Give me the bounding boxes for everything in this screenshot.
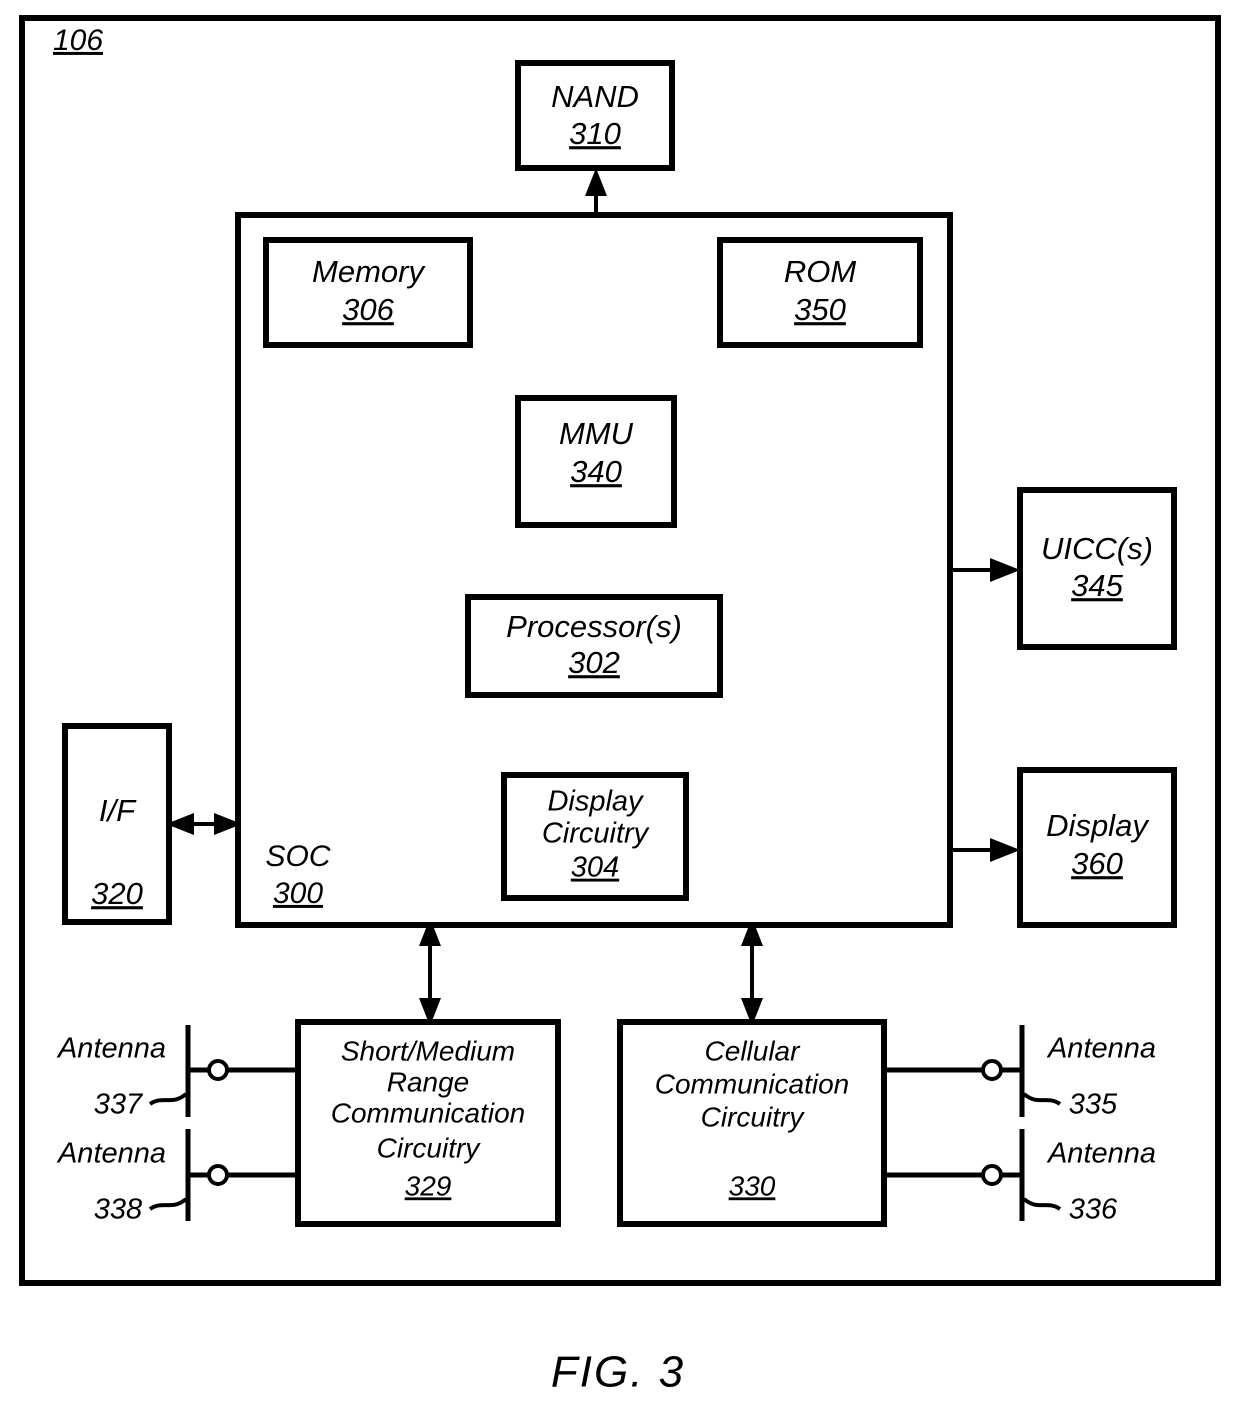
mmu-ref: 340	[570, 454, 622, 489]
processor-ref: 302	[568, 645, 620, 680]
nand-title: NAND	[551, 79, 639, 114]
patent-figure-diagram: 106 SOC 300 NAND 310 Memory 306 ROM 350 …	[19, 15, 1221, 1397]
antenna-337-label: Antenna	[56, 1033, 166, 1065]
short-medium-range-ref: 329	[405, 1170, 452, 1201]
memory-ref: 306	[342, 292, 394, 327]
uicc-ref: 345	[1071, 568, 1123, 603]
rom-ref: 350	[794, 292, 846, 327]
cellular-title-line3: Circuitry	[701, 1101, 806, 1132]
memory-title: Memory	[312, 254, 426, 289]
outer-frame-ref: 106	[53, 24, 103, 57]
short-medium-range-title-line3: Communication	[331, 1097, 526, 1128]
antenna-336-ref: 336	[1069, 1194, 1118, 1226]
soc-title: SOC	[265, 840, 330, 873]
antenna-336-label: Antenna	[1046, 1138, 1156, 1170]
cellular-ref: 330	[729, 1170, 776, 1201]
antenna-338-ref: 338	[94, 1194, 142, 1226]
antenna-338-label: Antenna	[56, 1138, 166, 1170]
interface-ref: 320	[91, 876, 143, 911]
antenna-335-label: Antenna	[1046, 1033, 1156, 1065]
cellular-title-line2: Communication	[655, 1068, 850, 1099]
display-circuitry-title-line1: Display	[547, 786, 644, 818]
soc-ref: 300	[273, 877, 323, 910]
interface-title: I/F	[99, 793, 137, 828]
short-medium-range-title-line4: Circuitry	[377, 1132, 482, 1163]
figure-page: 106 SOC 300 NAND 310 Memory 306 ROM 350 …	[0, 0, 1240, 1404]
nand-ref: 310	[569, 116, 621, 151]
antenna-335-ref: 335	[1069, 1089, 1118, 1121]
display-ref: 360	[1071, 846, 1123, 881]
cellular-title-line1: Cellular	[705, 1035, 802, 1066]
display-circuitry-ref: 304	[571, 852, 619, 884]
antenna-337-ref: 337	[94, 1089, 144, 1121]
processor-title: Processor(s)	[506, 609, 682, 644]
short-medium-range-title-line1: Short/Medium	[341, 1035, 515, 1066]
uicc-title: UICC(s)	[1041, 531, 1153, 566]
display-circuitry-title-line2: Circuitry	[542, 818, 650, 850]
rom-title: ROM	[784, 254, 857, 289]
short-medium-range-title-line2: Range	[387, 1066, 470, 1097]
figure-caption: FIG. 3	[551, 1348, 685, 1397]
display-title: Display	[1046, 808, 1150, 843]
mmu-title: MMU	[559, 416, 634, 451]
